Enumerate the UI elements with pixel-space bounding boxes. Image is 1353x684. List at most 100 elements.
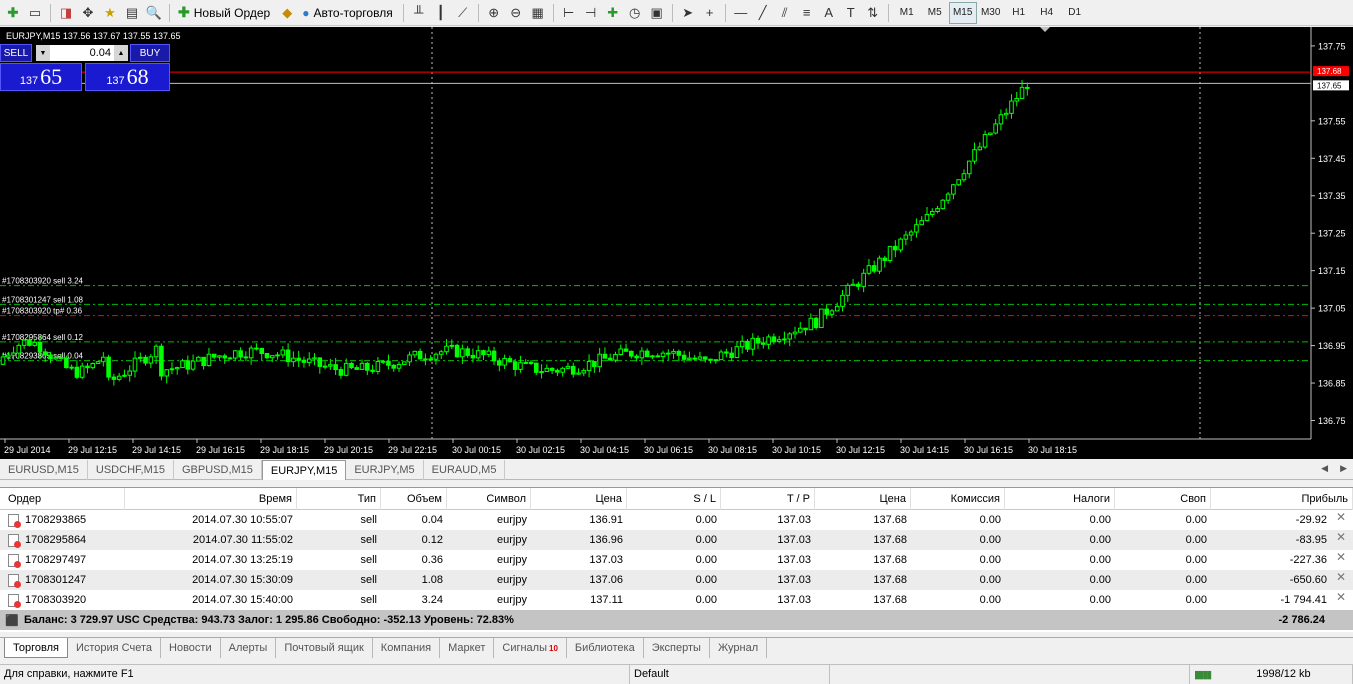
chart-tab[interactable]: EURUSD,M15 <box>0 460 88 480</box>
column-header[interactable]: T / P <box>721 488 815 510</box>
buy-price-button[interactable]: 137 68 <box>85 63 170 91</box>
terminal-tab[interactable]: Торговля <box>4 638 68 658</box>
sell-price-button[interactable]: 137 65 <box>0 63 82 91</box>
terminal-tab[interactable]: Библиотека <box>567 638 644 658</box>
tab-scroll-left-icon[interactable]: ◀ <box>1321 463 1328 474</box>
column-header[interactable]: Комиссия <box>911 488 1005 510</box>
text-icon[interactable]: A <box>818 2 840 24</box>
column-header[interactable]: Время <box>125 488 297 510</box>
timeframe-m5[interactable]: M5 <box>921 2 949 24</box>
chart-shift-icon[interactable]: ⊣ <box>580 2 602 24</box>
lot-size-value[interactable]: 0.04 <box>50 47 114 59</box>
timeframe-m30[interactable]: M30 <box>977 2 1005 24</box>
tab-scroll-right-icon[interactable]: ▶ <box>1340 463 1347 474</box>
zoom-in-icon[interactable]: ⊕ <box>483 2 505 24</box>
close-order-icon[interactable]: ✕ <box>1331 510 1351 530</box>
column-header[interactable]: S / L <box>627 488 721 510</box>
lot-down-icon[interactable]: ▼ <box>36 45 50 61</box>
terminal-tab[interactable]: История Счета <box>68 638 162 658</box>
chart-canvas[interactable]: 137.75 137.55 137.45 137.35 137.25 137.15 137.… <box>0 27 1353 459</box>
timeframe-m1[interactable]: M1 <box>893 2 921 24</box>
bull-candle <box>449 344 455 347</box>
terminal-tab[interactable]: Эксперты <box>644 638 710 658</box>
chart-tab[interactable]: EURJPY,M5 <box>346 460 424 480</box>
terminal-icon[interactable]: ▤ <box>121 2 143 24</box>
arrows-icon[interactable]: ⇅ <box>862 2 884 24</box>
time-tick-label: 29 Jul 22:15 <box>388 445 437 455</box>
table-row[interactable]: 1708295864 2014.07.30 11:55:02 sell 0.12 eur… <box>0 530 1353 550</box>
table-row[interactable]: 1708293865 2014.07.30 10:55:07 sell 0.04 eur… <box>0 510 1353 530</box>
column-header[interactable]: Цена <box>815 488 911 510</box>
table-row[interactable]: 1708297497 2014.07.30 13:25:19 sell 0.36 eur… <box>0 550 1353 570</box>
sell-order-icon <box>8 593 21 608</box>
new-order-button[interactable]: ✚ Новый Ордер <box>174 2 276 24</box>
column-header[interactable]: Цена <box>531 488 627 510</box>
terminal-tab[interactable]: Компания <box>373 638 441 658</box>
price-chart[interactable]: 137.75 137.55 137.45 137.35 137.25 137.15 137.… <box>0 27 1353 459</box>
new-chart-icon[interactable]: ✚ <box>2 2 24 24</box>
terminal-tab[interactable]: Почтовый ящик <box>276 638 373 658</box>
buy-button[interactable]: BUY <box>130 44 170 62</box>
order-id: 1708293865 <box>25 514 87 526</box>
close-order-icon[interactable]: ✕ <box>1331 570 1351 590</box>
lot-size-stepper[interactable]: ▼ 0.04 ▲ <box>36 45 128 61</box>
zoom-out-icon[interactable]: ⊖ <box>505 2 527 24</box>
timeframe-d1[interactable]: D1 <box>1061 2 1089 24</box>
chart-tab-scroll: ◀ ▶ <box>1321 463 1347 474</box>
table-row[interactable]: 1708303920 2014.07.30 15:40:00 sell 3.24 eur… <box>0 590 1353 610</box>
terminal-tab[interactable]: Алерты <box>221 638 277 658</box>
bull-candle <box>1003 112 1009 116</box>
metaeditor-icon[interactable]: ◆ <box>276 2 298 24</box>
chart-tab[interactable]: USDCHF,M15 <box>88 460 174 480</box>
equidistant-channel-icon[interactable]: ⫽ <box>774 2 796 24</box>
close-order-icon[interactable]: ✕ <box>1331 530 1351 550</box>
terminal-tab[interactable]: Сигналы 10 <box>494 638 567 658</box>
bar-chart-icon[interactable]: ╨ <box>408 2 430 24</box>
balance-summary-text: Баланс: 3 729.97 USC Средства: 943.73 За… <box>24 614 514 626</box>
terminal-tab[interactable]: Журнал <box>710 638 768 658</box>
horizontal-line-icon[interactable]: — <box>730 2 752 24</box>
indicators-icon[interactable]: ✚ <box>602 2 624 24</box>
line-chart-icon[interactable]: ⟋ <box>452 2 474 24</box>
timeframe-m15[interactable]: M15 <box>948 1 977 24</box>
navigator-icon[interactable]: ★ <box>99 2 121 24</box>
profiles-icon[interactable]: ▭ <box>24 2 46 24</box>
strategy-tester-icon[interactable]: 🔍 <box>143 2 165 24</box>
chart-tab[interactable]: GBPUSD,M15 <box>174 460 262 480</box>
bear-candle <box>423 358 428 361</box>
auto-trading-button[interactable]: ● Авто-торговля <box>298 2 399 24</box>
column-header[interactable]: Объем <box>381 488 447 510</box>
lot-up-icon[interactable]: ▲ <box>114 45 128 61</box>
close-order-icon[interactable]: ✕ <box>1331 550 1351 570</box>
close-order-icon[interactable]: ✕ <box>1331 590 1351 610</box>
toolbar-divider <box>169 3 170 22</box>
column-header[interactable]: Символ <box>447 488 531 510</box>
bull-candle <box>560 367 565 373</box>
market-watch-icon[interactable]: ◨ <box>55 2 77 24</box>
periods-icon[interactable]: ◷ <box>624 2 646 24</box>
column-header[interactable]: Тип <box>297 488 381 510</box>
terminal-tab[interactable]: Новости <box>161 638 221 658</box>
table-row[interactable]: 1708301247 2014.07.30 15:30:09 sell 1.08 eur… <box>0 570 1353 590</box>
timeframe-h4[interactable]: H4 <box>1033 2 1061 24</box>
sell-button[interactable]: SELL <box>0 44 32 62</box>
auto-scroll-icon[interactable]: ⊢ <box>558 2 580 24</box>
data-window-icon[interactable]: ✥ <box>77 2 99 24</box>
fibonacci-icon[interactable]: ≡ <box>796 2 818 24</box>
column-header[interactable]: Налоги <box>1005 488 1115 510</box>
cursor-icon[interactable]: ➤ <box>677 2 699 24</box>
column-header[interactable]: Прибыль <box>1211 488 1353 510</box>
column-header[interactable]: Своп <box>1115 488 1211 510</box>
text-label-icon[interactable]: T <box>840 2 862 24</box>
chart-tab[interactable]: EURJPY,M15 <box>261 460 347 480</box>
timeframe-h1[interactable]: H1 <box>1005 2 1033 24</box>
trend-line-icon[interactable]: ╱ <box>752 2 774 24</box>
crosshair-icon[interactable]: + <box>699 2 721 24</box>
chart-tab[interactable]: EURAUD,M5 <box>424 460 506 480</box>
tile-windows-icon[interactable]: ▦ <box>527 2 549 24</box>
column-header[interactable]: Ордер <box>0 488 125 510</box>
terminal-tab[interactable]: Маркет <box>440 638 495 658</box>
table-cell: 0.00 <box>1089 574 1111 586</box>
candlestick-chart-icon[interactable]: ┃ <box>430 2 452 24</box>
templates-icon[interactable]: ▣ <box>646 2 668 24</box>
